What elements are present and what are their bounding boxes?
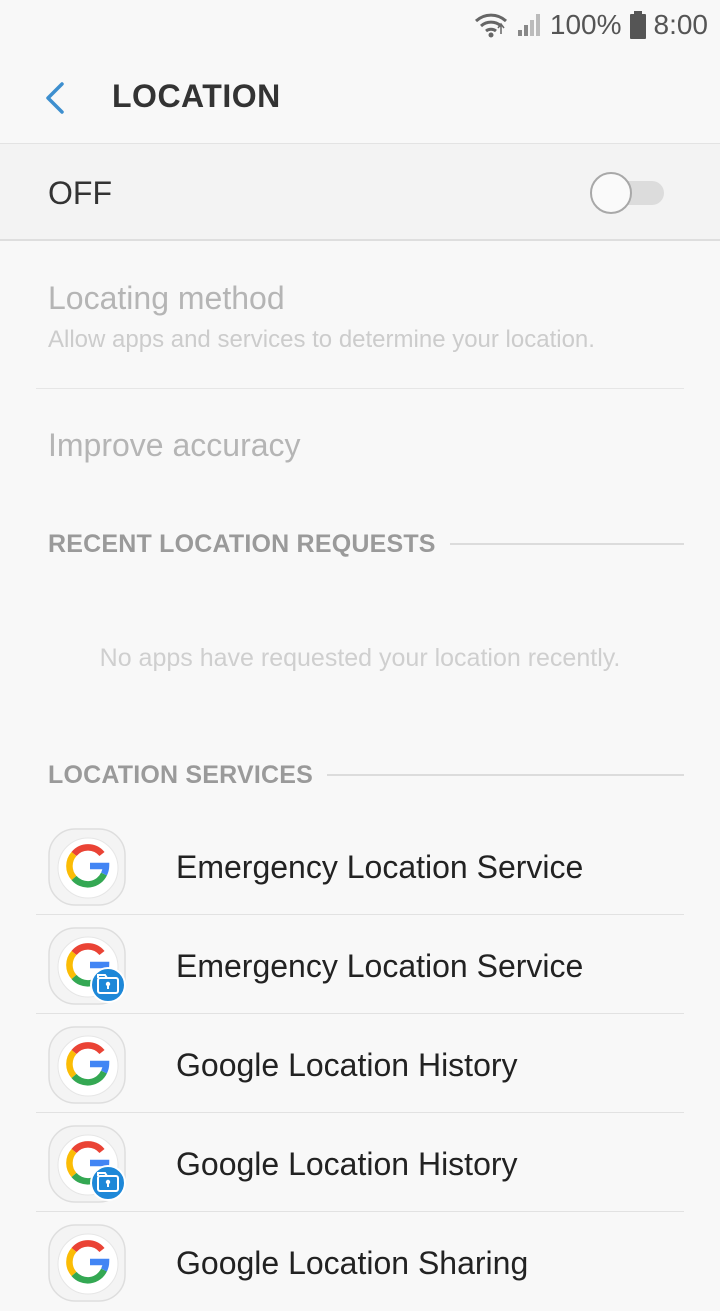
- location-services-section-header: LOCATION SERVICES: [48, 757, 684, 793]
- signal-icon: [517, 14, 540, 36]
- google-secure-folder-icon: [48, 1125, 128, 1205]
- location-services-header-label: LOCATION SERVICES: [48, 760, 314, 789]
- google-icon: [48, 1224, 128, 1304]
- toggle-thumb: [590, 172, 632, 214]
- improve-accuracy-item[interactable]: Improve accuracy: [48, 427, 301, 464]
- location-service-item[interactable]: Emergency Location Service: [0, 816, 720, 915]
- back-arrow-icon: [46, 82, 64, 114]
- status-bar: 100% 8:00: [0, 0, 720, 50]
- location-service-item[interactable]: Google Location Sharing: [0, 1212, 720, 1311]
- recent-requests-empty-message: No apps have requested your location rec…: [99, 644, 621, 672]
- location-service-label: Emergency Location Service: [176, 849, 584, 885]
- page-title: LOCATION: [112, 78, 281, 114]
- section-rule: [327, 774, 684, 776]
- location-service-label: Google Location History: [176, 1047, 518, 1083]
- clock: 8:00: [653, 9, 709, 40]
- locating-method-title: Locating method: [48, 280, 285, 316]
- divider: [36, 388, 684, 389]
- battery-percent: 100%: [549, 9, 622, 40]
- app-header: LOCATION: [0, 50, 720, 144]
- section-rule: [449, 543, 684, 545]
- locating-method-subtitle: Allow apps and services to determine you…: [48, 326, 595, 353]
- battery-icon: [629, 11, 646, 39]
- location-service-item[interactable]: Emergency Location Service: [0, 915, 720, 1014]
- google-icon: [48, 1026, 128, 1106]
- location-service-label: Emergency Location Service: [176, 948, 584, 984]
- location-service-label: Google Location History: [176, 1146, 518, 1182]
- back-button[interactable]: [36, 78, 76, 118]
- location-service-item[interactable]: Google Location History: [0, 1014, 720, 1113]
- wifi-icon: [474, 13, 507, 38]
- location-service-label: Google Location Sharing: [176, 1245, 529, 1281]
- google-icon: [48, 828, 128, 908]
- location-toggle[interactable]: [590, 172, 666, 214]
- location-service-item[interactable]: Google Location History: [0, 1113, 720, 1212]
- location-master-switch-row[interactable]: OFF: [0, 143, 720, 241]
- google-secure-folder-icon: [48, 927, 128, 1007]
- recent-requests-section-header: RECENT LOCATION REQUESTS: [48, 526, 684, 562]
- recent-requests-header-label: RECENT LOCATION REQUESTS: [48, 529, 436, 558]
- master-switch-label: OFF: [48, 175, 112, 211]
